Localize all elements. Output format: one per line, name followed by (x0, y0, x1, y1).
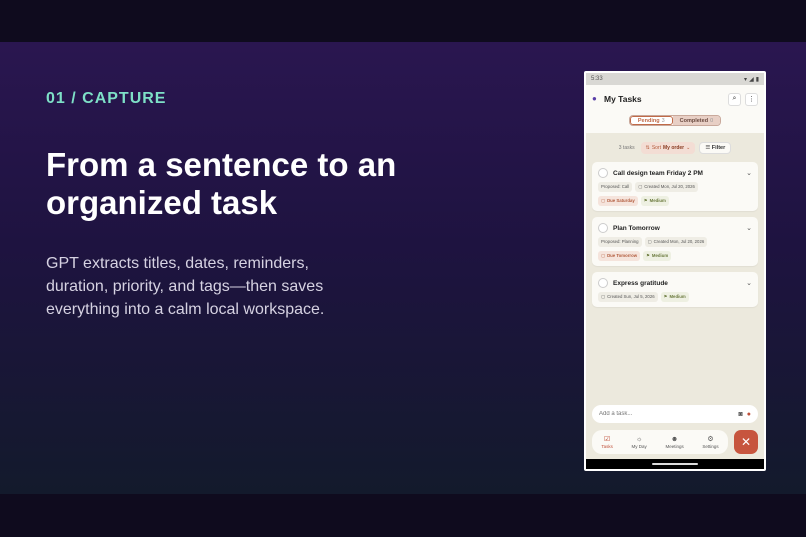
bottom-band (0, 494, 806, 537)
close-fab-button[interactable]: ✕ (734, 430, 758, 454)
complete-checkbox[interactable] (598, 223, 608, 233)
task-title: Express gratitude (613, 279, 668, 287)
task-title: Plan Tomorrow (613, 224, 660, 232)
tab-count: 0 (710, 117, 714, 124)
calendar-icon: ▢ (638, 184, 643, 189)
people-icon: ☻ (670, 435, 679, 443)
slide-subcopy: GPT extracts titles, dates, reminders, d… (46, 255, 325, 318)
nav-item-my-day[interactable]: ☼ My Day (632, 436, 647, 449)
chevron-down-icon: ⌄ (686, 145, 691, 151)
wifi-icon: ▾ (744, 76, 748, 83)
add-task-bar: ◙ ● (592, 405, 758, 423)
nav-item-meetings[interactable]: ☻ Meetings (665, 436, 683, 449)
created-chip: ▢ Created Mon, Jul 20, 2026 (635, 182, 698, 192)
search-icon: ⌕ (732, 95, 737, 102)
add-task-input[interactable] (599, 411, 735, 417)
microphone-icon[interactable]: ● (747, 411, 751, 418)
phone-frame: 5:33 ▾ ◢ ▮ ● My Tasks ⌕ ⋮ Pending 3 Comp… (584, 71, 766, 471)
task-card[interactable]: Call design team Friday 2 PM ⌄ Proposed:… (592, 162, 758, 211)
search-button[interactable]: ⌕ (728, 92, 741, 106)
bottom-navigation: ☑ Tasks ☼ My Day ☻ Meetings ⚙ Settings (592, 430, 728, 454)
battery-icon: ▮ (755, 76, 759, 83)
signal-icon: ◢ (749, 76, 754, 83)
calendar-icon: ▢ (601, 294, 606, 299)
microphone-logo-icon: ● (592, 94, 597, 103)
flag-icon: ⚑ (643, 198, 648, 203)
calendar-icon: ▢ (601, 253, 606, 258)
list-toolbar: 3 tasks ⇅ Sort My order ⌄ ☰ Filter (586, 137, 764, 159)
app-title: My Tasks (604, 94, 642, 104)
created-chip: ▢ Created Mon, Jul 20, 2026 (644, 237, 708, 247)
task-status-tabs: Pending 3 Completed 0 (628, 115, 722, 126)
task-list: Call design team Friday 2 PM ⌄ Proposed:… (586, 159, 764, 307)
tab-count: 3 (661, 117, 665, 124)
more-options-button[interactable]: ⋮ (745, 92, 758, 106)
gesture-bar (586, 459, 764, 469)
proposed-chip: Proposed: Planning (598, 237, 642, 247)
top-band (0, 0, 806, 42)
close-icon: ✕ (740, 435, 752, 449)
calendar-icon: ▢ (601, 198, 606, 203)
expand-chevron-icon[interactable]: ⌄ (746, 169, 752, 177)
task-title: Call design team Friday 2 PM (613, 169, 703, 177)
nav-item-tasks[interactable]: ☑ Tasks (601, 436, 613, 449)
due-chip: ▢ Due Tomorrow (598, 251, 641, 261)
section-kicker: 01 / CAPTURE (46, 90, 167, 107)
calendar-icon: ▢ (647, 239, 652, 244)
proposed-chip: Proposed: Call (598, 182, 633, 192)
status-time: 5:33 (591, 76, 603, 82)
complete-checkbox[interactable] (598, 278, 608, 288)
home-indicator[interactable] (652, 463, 698, 465)
filter-button[interactable]: ☰ Filter (699, 142, 732, 154)
nav-item-settings[interactable]: ⚙ Settings (702, 436, 718, 449)
tab-pending[interactable]: Pending 3 (629, 116, 673, 125)
due-chip: ▢ Due Saturday (598, 196, 638, 206)
expand-chevron-icon[interactable]: ⌄ (746, 279, 752, 287)
filter-icon: ☰ (705, 145, 711, 151)
sun-icon: ☼ (635, 435, 643, 443)
flag-icon: ⚑ (646, 253, 650, 258)
complete-checkbox[interactable] (598, 168, 608, 178)
task-card[interactable]: Plan Tomorrow ⌄ Proposed: Planning ▢ Crea… (592, 217, 758, 266)
app-bar: ● My Tasks ⌕ ⋮ (586, 85, 764, 113)
more-vert-icon: ⋮ (748, 96, 755, 103)
gear-icon: ⚙ (707, 435, 714, 443)
created-chip: ▢ Created Sun, Jul 5, 2026 (598, 292, 658, 302)
sort-icon: ⇅ (645, 145, 650, 151)
priority-chip: ⚑ Medium (660, 292, 689, 302)
tasks-icon: ☑ (603, 435, 611, 443)
task-card[interactable]: Express gratitude ⌄ ▢ Created Sun, Jul 5,… (592, 272, 758, 307)
flag-icon: ⚑ (663, 294, 668, 299)
phone-screen: 5:33 ▾ ◢ ▮ ● My Tasks ⌕ ⋮ Pending 3 Comp… (586, 73, 764, 469)
slide-headline: From a sentence to an organized task (46, 146, 397, 221)
expand-chevron-icon[interactable]: ⌄ (746, 224, 752, 232)
task-count: 3 tasks (618, 145, 635, 151)
sort-button[interactable]: ⇅ Sort My order ⌄ (640, 142, 696, 154)
status-bar: 5:33 ▾ ◢ ▮ (586, 73, 764, 85)
camera-icon[interactable]: ◙ (739, 411, 743, 418)
priority-chip: ⚑ Medium (640, 196, 669, 206)
tab-completed[interactable]: Completed 0 (672, 116, 721, 125)
priority-chip: ⚑ Medium (643, 251, 672, 261)
